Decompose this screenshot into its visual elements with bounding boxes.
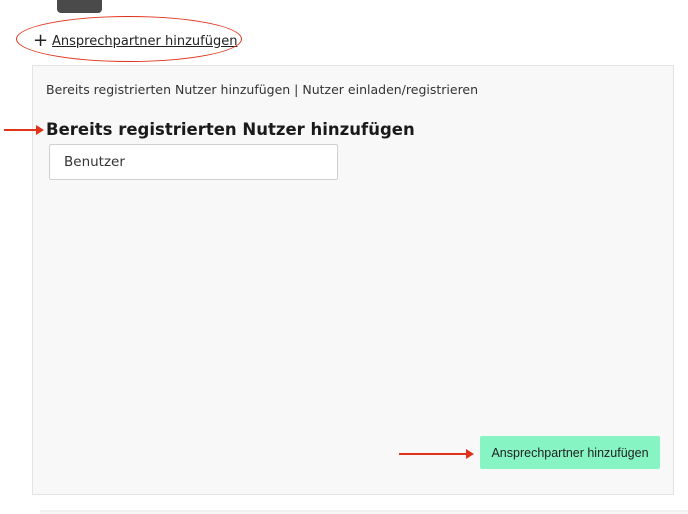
tab-separator: | xyxy=(290,82,303,97)
plus-icon: + xyxy=(33,30,49,51)
tab-invite-user[interactable]: Nutzer einladen/registrieren xyxy=(302,82,478,97)
section-title: Bereits registrierten Nutzer hinzufügen xyxy=(46,120,415,139)
user-search-input[interactable] xyxy=(49,144,338,180)
add-contact-panel: Bereits registrierten Nutzer hinzufügen … xyxy=(32,65,674,495)
panel-tabs: Bereits registrierten Nutzer hinzufügen … xyxy=(46,82,478,97)
add-contact-link-label: Ansprechpartner hinzufügen xyxy=(52,33,238,49)
add-contact-link[interactable]: + Ansprechpartner hinzufügen xyxy=(33,31,237,51)
add-contact-submit-button[interactable]: Ansprechpartner hinzufügen xyxy=(480,436,660,469)
thumbnail-image xyxy=(57,0,102,13)
tab-registered-user[interactable]: Bereits registrierten Nutzer hinzufügen xyxy=(46,82,290,97)
page-bottom-edge xyxy=(40,510,688,514)
